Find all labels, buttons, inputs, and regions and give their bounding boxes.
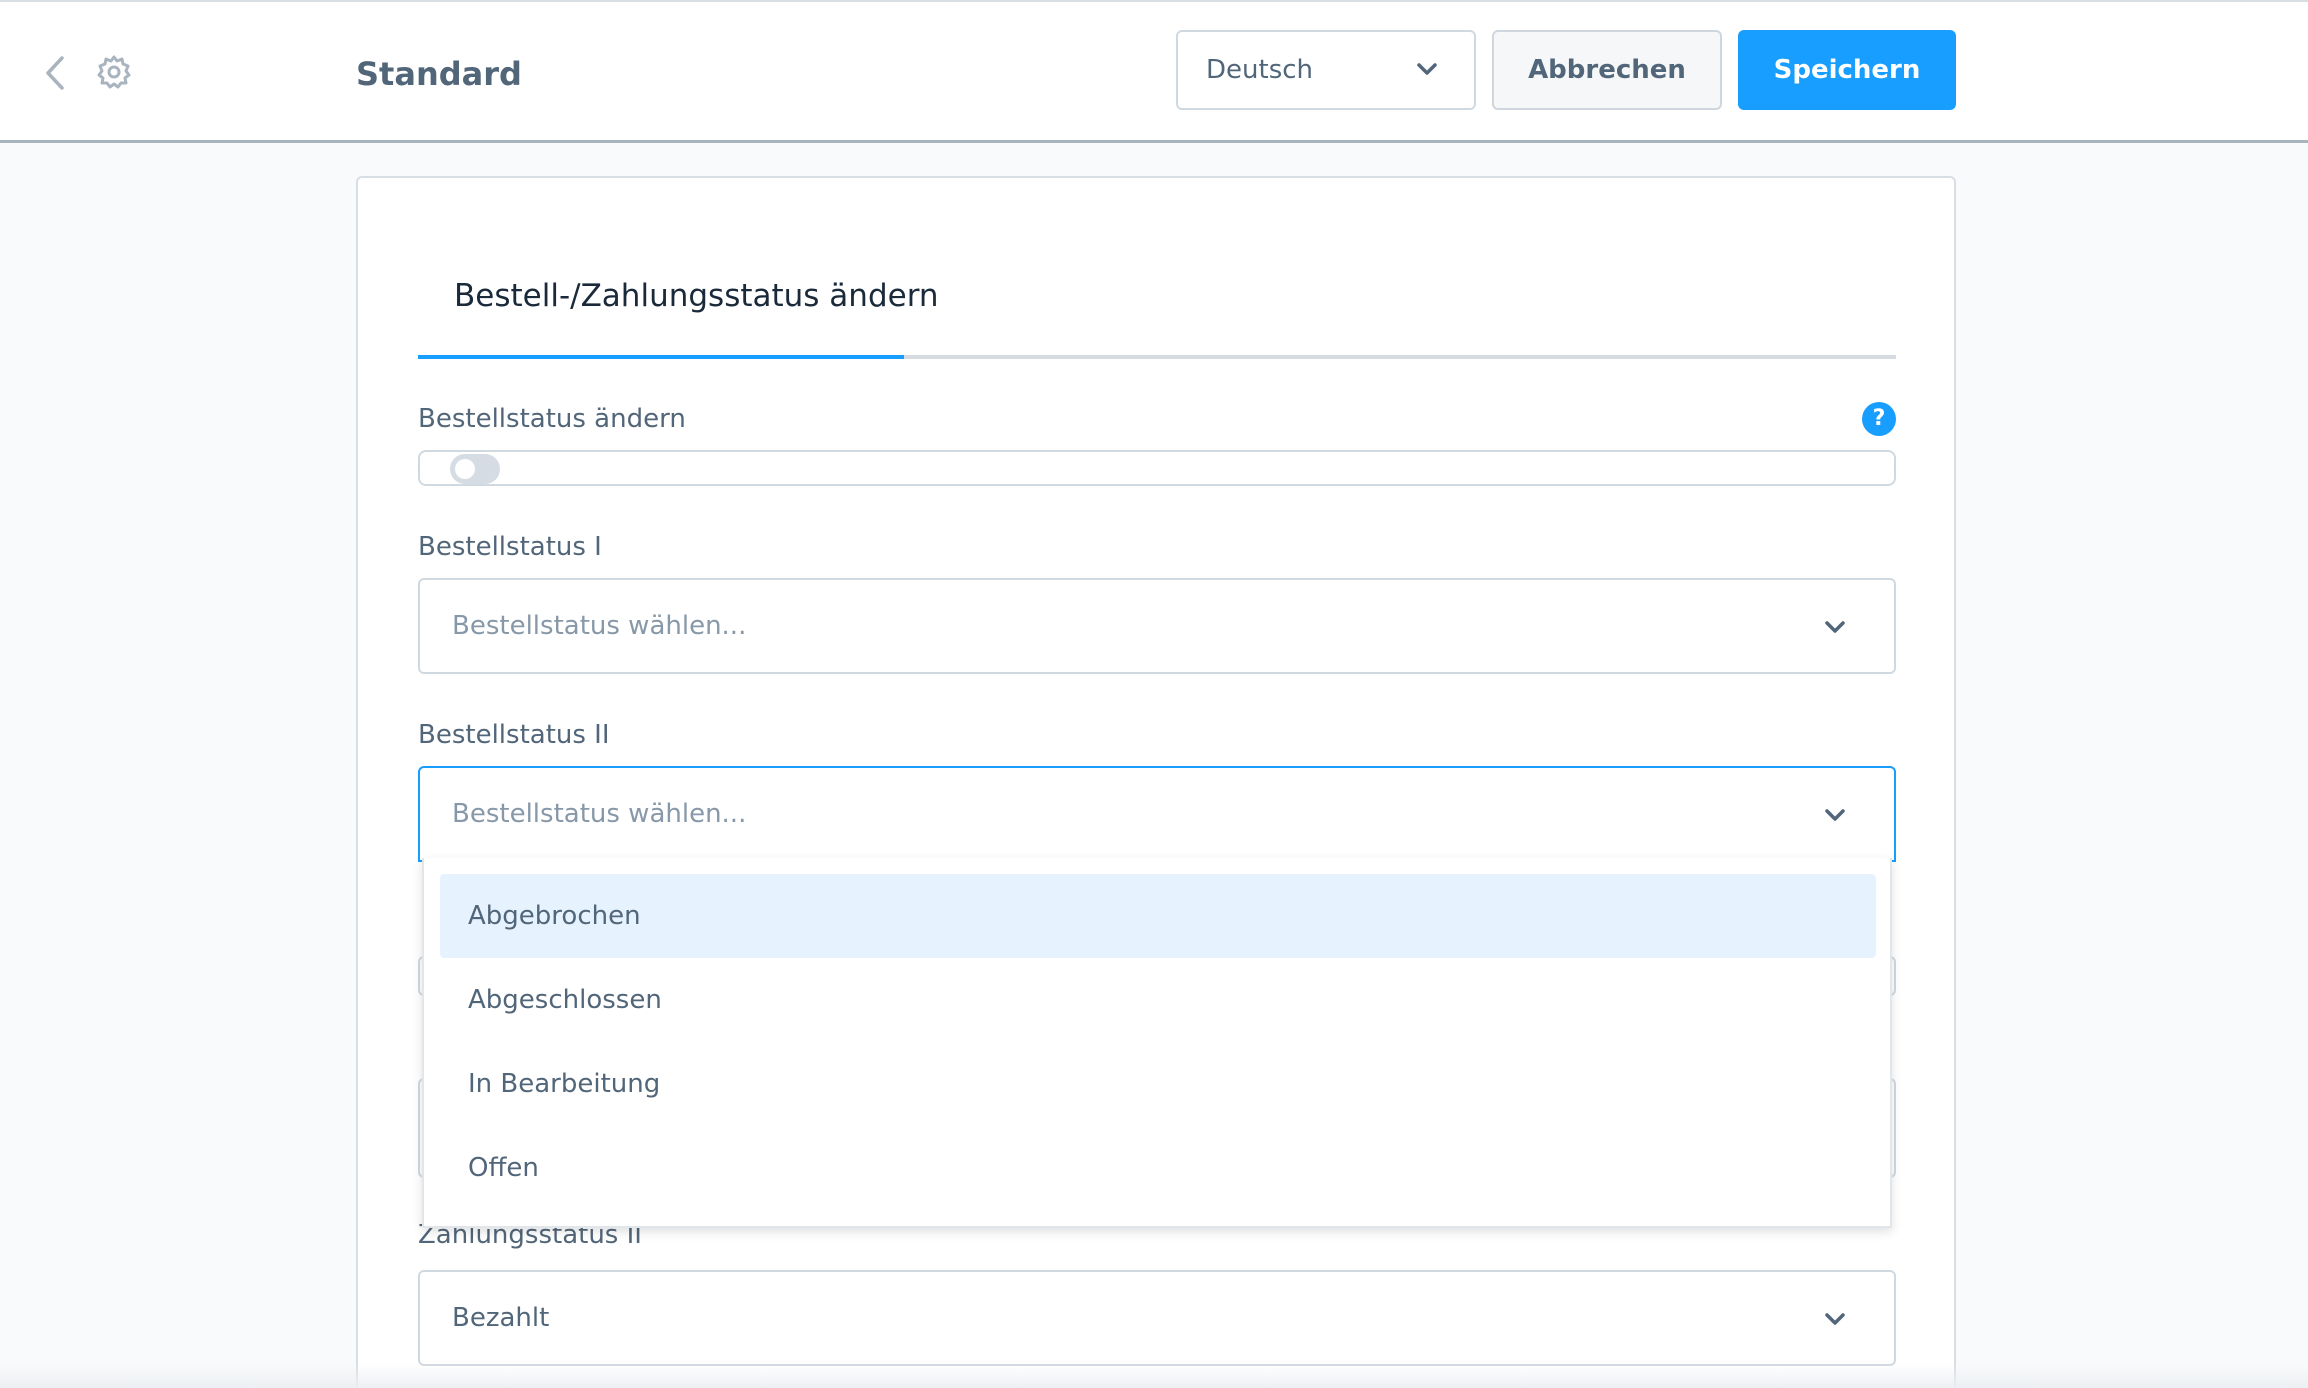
language-select[interactable]: Deutsch	[1176, 30, 1476, 110]
order-status-1-label: Bestellstatus I	[418, 532, 602, 562]
chevron-left-icon[interactable]	[40, 52, 72, 94]
order-status-1-placeholder: Bestellstatus wählen...	[452, 611, 747, 641]
payment-status-2-select[interactable]: Bezahlt	[418, 1270, 1896, 1366]
order-status-2-label: Bestellstatus II	[418, 720, 610, 750]
tab-active-indicator	[418, 355, 904, 359]
chevron-down-icon	[1825, 1313, 1845, 1325]
bottom-edge-fade	[0, 1364, 2308, 1388]
change-order-status-toggle-row	[418, 450, 1896, 486]
tab-order-payment-status[interactable]: Bestell-/Zahlungsstatus ändern	[454, 276, 939, 316]
gear-icon[interactable]	[96, 54, 132, 90]
page-title: Standard	[356, 55, 522, 93]
chevron-down-icon	[1825, 621, 1845, 633]
top-toolbar: Standard Deutsch Abbrechen Speichern	[0, 0, 2308, 143]
payment-status-2-value: Bezahlt	[452, 1303, 550, 1333]
language-select-value: Deutsch	[1206, 55, 1314, 85]
toggle-knob	[455, 459, 475, 479]
chevron-down-icon	[1825, 809, 1845, 821]
order-status-2-placeholder: Bestellstatus wählen...	[452, 799, 747, 829]
chevron-down-icon	[1417, 63, 1437, 75]
dropdown-option-in-progress[interactable]: In Bearbeitung	[440, 1042, 1876, 1126]
save-button[interactable]: Speichern	[1738, 30, 1956, 110]
dropdown-option-completed[interactable]: Abgeschlossen	[440, 958, 1876, 1042]
change-order-status-label: Bestellstatus ändern	[418, 404, 686, 434]
cancel-button[interactable]: Abbrechen	[1492, 30, 1722, 110]
order-status-1-select[interactable]: Bestellstatus wählen...	[418, 578, 1896, 674]
dropdown-option-cancelled[interactable]: Abgebrochen	[440, 874, 1876, 958]
question-icon[interactable]: ?	[1862, 402, 1896, 436]
order-status-2-select[interactable]: Bestellstatus wählen...	[418, 766, 1896, 862]
dropdown-option-open[interactable]: Offen	[440, 1126, 1876, 1210]
change-order-status-toggle[interactable]	[450, 454, 500, 484]
order-status-2-dropdown: Abgebrochen Abgeschlossen In Bearbeitung…	[422, 858, 1892, 1228]
